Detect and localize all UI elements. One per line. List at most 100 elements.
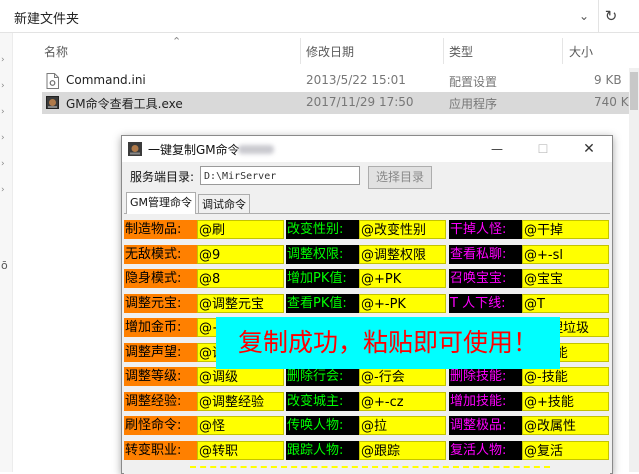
refresh-icon[interactable]: ↻ xyxy=(598,0,623,32)
maximize-button[interactable]: ☐ xyxy=(520,136,566,162)
command-value[interactable]: @宝宝 xyxy=(522,269,609,288)
command-value[interactable]: @-技能 xyxy=(522,367,609,386)
scrollbar-thumb[interactable] xyxy=(630,72,638,110)
dashed-divider xyxy=(190,466,550,471)
close-button[interactable]: ✕ xyxy=(566,136,612,162)
column-divider[interactable] xyxy=(300,38,301,64)
command-label[interactable]: T 人下线: xyxy=(449,293,522,313)
command-label[interactable]: 查看私聊: xyxy=(449,244,522,264)
file-type: 应用程序 xyxy=(449,97,498,111)
command-label[interactable]: 调整权限: xyxy=(286,244,359,264)
file-size: 9 KB xyxy=(594,73,622,87)
command-value[interactable]: @调级 xyxy=(197,367,284,386)
file-type: 配置设置 xyxy=(449,75,498,89)
toast-message: 复制成功，粘贴即可使用！ xyxy=(237,328,538,357)
command-value[interactable]: @改变性别 xyxy=(359,220,446,239)
exe-app-icon xyxy=(46,96,59,109)
command-value[interactable]: @9 xyxy=(197,244,284,264)
command-label[interactable]: 干掉人怪: xyxy=(449,220,522,239)
command-value[interactable]: @+-cz xyxy=(359,391,446,411)
navigation-pane[interactable]: › › › › › › ō xyxy=(0,33,13,472)
command-value[interactable]: @改属性 xyxy=(522,416,609,435)
file-row-selected[interactable]: GM命令查看工具.exe 2017/11/29 17:50 应用程序 740 K… xyxy=(42,92,639,114)
gm-command-window: 一键复制GM命令 — ☐ ✕ 服务端目录: D:\MirServer 选择目录 … xyxy=(121,135,613,474)
file-name: Command.ini xyxy=(66,73,146,87)
copy-success-toast: 复制成功，粘贴即可使用！ xyxy=(216,317,560,369)
browse-directory-button[interactable]: 选择目录 xyxy=(368,166,432,189)
command-label[interactable]: 改变性别: xyxy=(286,220,359,239)
command-value[interactable]: @怪 xyxy=(197,416,284,435)
command-label[interactable]: 调整声望: xyxy=(124,342,197,362)
nav-glyph: ō xyxy=(1,259,8,272)
command-value[interactable]: @干掉 xyxy=(522,220,609,239)
address-bar[interactable]: 新建文件夹 ⌄ ↻ xyxy=(0,0,639,33)
column-header-size[interactable]: 大小 xyxy=(569,43,593,60)
column-header-date[interactable]: 修改日期 xyxy=(306,43,354,60)
command-label[interactable]: 删除技能: xyxy=(449,367,522,386)
command-value[interactable]: @转职 xyxy=(197,440,284,460)
command-value[interactable]: @8 xyxy=(197,269,284,288)
sort-ascending-icon: ⌃ xyxy=(172,35,182,48)
command-value[interactable]: @+-PK xyxy=(359,293,446,313)
command-value[interactable]: @拉 xyxy=(359,416,446,435)
command-label[interactable]: 隐身模式: xyxy=(124,269,197,288)
command-value[interactable]: @-行会 xyxy=(359,367,446,386)
expand-arrow-icon[interactable]: › xyxy=(1,133,5,143)
command-value[interactable]: @+PK xyxy=(359,269,446,288)
address-text: 新建文件夹 xyxy=(14,12,80,27)
command-value[interactable]: @+技能 xyxy=(522,391,609,411)
server-dir-label: 服务端目录: xyxy=(130,170,195,184)
command-value[interactable]: @复活 xyxy=(522,440,609,460)
command-label[interactable]: 调整经验: xyxy=(124,391,197,411)
command-label[interactable]: 调整等级: xyxy=(124,367,197,386)
command-label[interactable]: 调整极品: xyxy=(449,416,522,435)
column-header-type[interactable]: 类型 xyxy=(449,43,473,60)
minimize-button[interactable]: — xyxy=(474,136,520,162)
command-label[interactable]: 增加PK值: xyxy=(286,269,359,288)
command-value[interactable]: @+-sl xyxy=(522,244,609,264)
file-row[interactable]: Command.ini 2013/5/22 15:01 配置设置 9 KB xyxy=(42,70,639,92)
window-titlebar[interactable]: 一键复制GM命令 — ☐ ✕ xyxy=(122,136,612,162)
command-label[interactable]: 复活人物: xyxy=(449,440,522,460)
tab-debug-commands[interactable]: 调试命令 xyxy=(198,194,250,214)
server-dir-input[interactable]: D:\MirServer xyxy=(200,166,360,185)
command-value[interactable]: @T xyxy=(522,293,609,313)
column-header-name[interactable]: 名称 xyxy=(44,43,68,60)
command-label[interactable]: 召唤宝宝: xyxy=(449,269,522,288)
file-name: GM命令查看工具.exe xyxy=(66,97,183,111)
command-label[interactable]: 增加金币: xyxy=(124,318,197,337)
command-value[interactable]: @刷 xyxy=(197,220,284,239)
command-value[interactable]: @调整权限 xyxy=(359,244,446,264)
command-label[interactable]: 转变职业: xyxy=(124,440,197,460)
command-label[interactable]: 制造物品: xyxy=(124,220,197,239)
chevron-down-icon[interactable]: ⌄ xyxy=(572,0,596,32)
expand-arrow-icon[interactable]: › xyxy=(1,55,5,65)
command-value[interactable]: @调整元宝 xyxy=(197,293,284,313)
command-label[interactable]: 刷怪命令: xyxy=(124,416,197,435)
column-headers: ⌃ 名称 修改日期 类型 大小 xyxy=(12,35,639,66)
window-title: 一键复制GM命令 xyxy=(148,143,240,157)
app-icon xyxy=(128,142,142,156)
command-label[interactable]: 无敌模式: xyxy=(124,244,197,264)
command-label[interactable]: 查看PK值: xyxy=(286,293,359,313)
file-date: 2017/11/29 17:50 xyxy=(306,95,414,109)
column-divider[interactable] xyxy=(443,38,444,64)
expand-arrow-icon[interactable]: › xyxy=(1,107,5,117)
vertical-scrollbar[interactable] xyxy=(629,68,639,472)
command-label[interactable]: 跟踪人物: xyxy=(286,440,359,460)
expand-arrow-icon[interactable]: › xyxy=(1,185,5,195)
expand-arrow-icon[interactable]: › xyxy=(1,159,5,169)
command-label[interactable]: 删除行会: xyxy=(286,367,359,386)
command-label[interactable]: 调整元宝: xyxy=(124,293,197,313)
blurred-region xyxy=(238,145,274,154)
column-divider[interactable] xyxy=(562,38,563,64)
command-value[interactable]: @跟踪 xyxy=(359,440,446,460)
command-label[interactable]: 传唤人物: xyxy=(286,416,359,435)
command-value[interactable]: @调整经验 xyxy=(197,391,284,411)
ini-file-icon xyxy=(46,73,59,89)
file-date: 2013/5/22 15:01 xyxy=(306,73,406,87)
tab-gm-commands[interactable]: GM管理命令 xyxy=(126,192,197,214)
command-label[interactable]: 增加技能: xyxy=(449,391,522,411)
command-label[interactable]: 改变城主: xyxy=(286,391,359,411)
expand-arrow-icon[interactable]: › xyxy=(1,81,5,91)
